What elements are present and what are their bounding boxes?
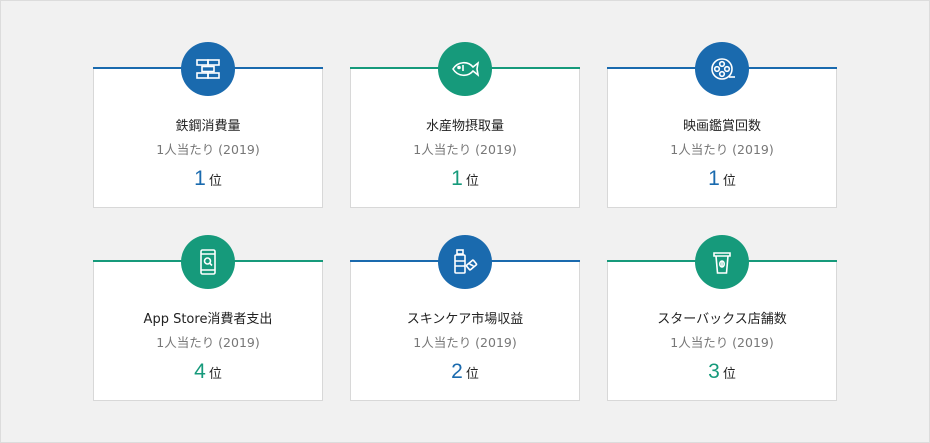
card-rank: 2位 <box>351 360 579 384</box>
card-subtitle: 1人当たり (2019) <box>413 335 517 350</box>
rank-number: 2 <box>451 360 463 383</box>
card-subtitle: 1人当たり (2019) <box>670 335 774 350</box>
card-title: スキンケア市場収益 <box>406 312 524 327</box>
card-title: スターバックス店舗数 <box>657 312 787 327</box>
card-title: 映画鑑賞回数 <box>682 119 761 134</box>
rank-number: 1 <box>708 167 720 190</box>
smartphone-search-icon <box>181 235 235 289</box>
stat-card-movies: 映画鑑賞回数 1人当たり (2019) 1位 <box>607 42 837 208</box>
rank-number: 4 <box>194 360 206 383</box>
rank-unit: 位 <box>208 367 222 382</box>
card-title: 水産物摂取量 <box>425 119 504 134</box>
coffee-cup-icon <box>695 235 749 289</box>
card-subtitle: 1人当たり (2019) <box>670 142 774 157</box>
card-subtitle: 1人当たり (2019) <box>413 142 517 157</box>
card-title: App Store消費者支出 <box>143 312 273 327</box>
stat-card-steel: 鉄鋼消費量 1人当たり (2019) 1位 <box>93 42 323 208</box>
rank-unit: 位 <box>722 174 736 189</box>
rank-number: 1 <box>451 167 463 190</box>
stat-card-seafood: 水産物摂取量 1人当たり (2019) 1位 <box>350 42 580 208</box>
rank-unit: 位 <box>465 174 479 189</box>
stats-panel: 鉄鋼消費量 1人当たり (2019) 1位 水産物摂取量 1人当たり (2019… <box>0 0 930 443</box>
film-reel-icon <box>695 42 749 96</box>
card-rank: 3位 <box>608 360 836 384</box>
rank-number: 1 <box>194 167 206 190</box>
card-subtitle: 1人当たり (2019) <box>156 335 260 350</box>
rank-unit: 位 <box>465 367 479 382</box>
steel-beam-icon <box>181 42 235 96</box>
cosmetics-icon <box>438 235 492 289</box>
card-title: 鉄鋼消費量 <box>175 119 241 134</box>
card-subtitle: 1人当たり (2019) <box>156 142 260 157</box>
card-rank: 4位 <box>94 360 322 384</box>
stat-card-skincare: スキンケア市場収益 1人当たり (2019) 2位 <box>350 235 580 401</box>
fish-icon <box>438 42 492 96</box>
rank-number: 3 <box>708 360 720 383</box>
stat-card-starbucks: スターバックス店舗数 1人当たり (2019) 3位 <box>607 235 837 401</box>
card-rank: 1位 <box>351 167 579 191</box>
card-rank: 1位 <box>94 167 322 191</box>
rank-unit: 位 <box>722 367 736 382</box>
rank-unit: 位 <box>208 174 222 189</box>
card-rank: 1位 <box>608 167 836 191</box>
stat-card-app-store: App Store消費者支出 1人当たり (2019) 4位 <box>93 235 323 401</box>
